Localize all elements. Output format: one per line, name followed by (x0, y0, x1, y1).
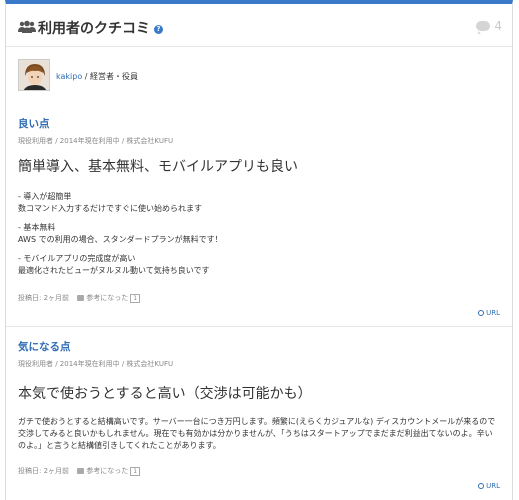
body-paragraph: - 導入が超簡単数コマンド入力するだけですぐに使い始められます (18, 191, 223, 215)
url-label: URL (486, 482, 500, 490)
panel-header: 利用者のクチコミ? 4 (6, 4, 512, 47)
panel-title: 利用者のクチコミ? (38, 18, 163, 38)
comment-count[interactable]: 4 (476, 19, 502, 34)
section-divider (6, 326, 512, 327)
thumbs-up-icon (77, 468, 85, 474)
users-icon (18, 20, 36, 33)
comment-icon (476, 21, 491, 34)
helpful-button[interactable]: 参考になった (86, 467, 128, 475)
body-line: - モバイルアプリの完成度が高い (18, 254, 136, 263)
body-line: 最適化されたビューがヌルヌル動いて気持ち良いです (18, 266, 210, 275)
concerns-body: ガチで使おうとすると結構高いです。サーバー一台につき万円します。頻繁に(えらくカ… (18, 416, 496, 459)
reviews-panel: 利用者のクチコミ? 4 kakipo / 経営者・役員 良い点 現役利用者 / … (5, 0, 513, 500)
helpful-button[interactable]: 参考になった (86, 294, 128, 302)
concerns-title: 本気で使おうとすると高い（交渉は可能かも） (18, 386, 312, 402)
good-points-url-link[interactable]: URL (478, 309, 500, 317)
link-icon (478, 483, 485, 489)
panel-title-text: 利用者のクチコミ (38, 21, 150, 37)
avatar[interactable] (18, 59, 50, 91)
concerns-url-link[interactable]: URL (478, 482, 500, 490)
posted-date: 投稿日: 2ヶ月前 (18, 294, 70, 302)
link-icon (478, 310, 485, 316)
url-label: URL (486, 309, 500, 317)
good-points-heading: 良い点 (18, 118, 50, 130)
thumbs-up-icon (77, 295, 85, 301)
author-name-link[interactable]: kakipo (56, 72, 82, 81)
good-points-footer: 投稿日: 2ヶ月前 参考になった 1 (18, 293, 141, 303)
comment-count-value: 4 (494, 19, 502, 33)
help-icon[interactable]: ? (154, 24, 163, 34)
good-points-body: - 導入が超簡単数コマンド入力するだけですぐに使い始められます - 基本無料 AW… (18, 191, 223, 284)
helpful-count: 1 (130, 294, 141, 303)
good-points-title: 簡単導入、基本無料、モバイルアプリも良い (18, 159, 298, 175)
body-line: - 基本無料 (18, 223, 56, 232)
body-paragraph: - 基本無料 AWS での利用の場合、スタンダードプランが無料です！ (18, 222, 223, 246)
body-paragraph: ガチで使おうとすると結構高いです。サーバー一台につき万円します。頻繁に(えらくカ… (18, 417, 496, 450)
body-line: - 導入が超簡単 (18, 192, 72, 201)
body-paragraph: - モバイルアプリの完成度が高い最適化されたビューがヌルヌル動いて気持ち良いです (18, 253, 223, 277)
concerns-meta: 現役利用者 / 2014年現在利用中 / 株式会社KUFU (18, 360, 174, 368)
posted-date: 投稿日: 2ヶ月前 (18, 467, 70, 475)
body-line: 数コマンド入力するだけですぐに使い始められます (18, 204, 202, 213)
concerns-footer: 投稿日: 2ヶ月前 参考になった 1 (18, 466, 141, 476)
good-points-meta: 現役利用者 / 2014年現在利用中 / 株式会社KUFU (18, 137, 174, 145)
avatar-image (19, 60, 49, 90)
author-role: / 経営者・役員 (82, 72, 139, 81)
body-line: AWS での利用の場合、スタンダードプランが無料です！ (18, 235, 223, 244)
concerns-heading: 気になる点 (18, 341, 71, 353)
author-name-line: kakipo / 経営者・役員 (56, 71, 138, 82)
helpful-count: 1 (130, 467, 141, 476)
